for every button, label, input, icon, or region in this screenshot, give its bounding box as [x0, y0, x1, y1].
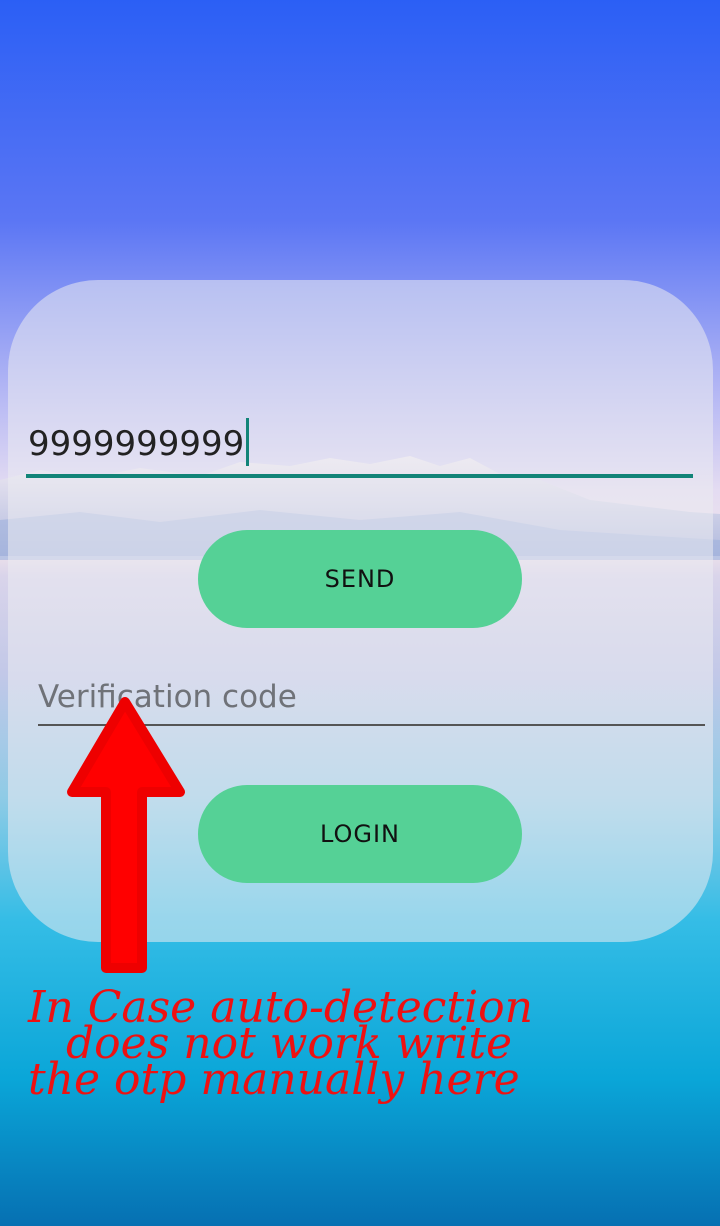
annotation-text: In Case auto-detection does not work wri… — [28, 986, 718, 1105]
annotation-line: the otp manually here — [28, 1054, 520, 1105]
